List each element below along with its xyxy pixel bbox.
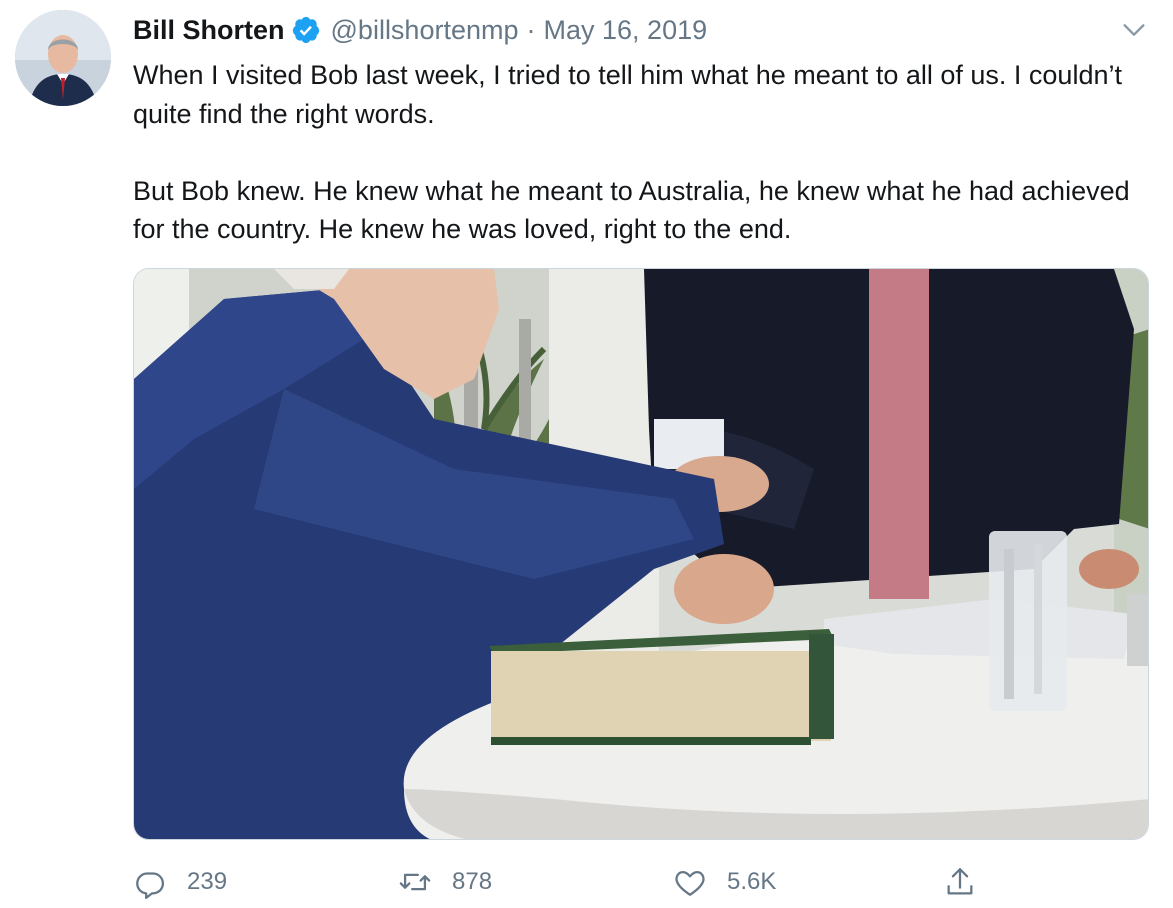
reply-button[interactable]: 239 <box>133 860 227 904</box>
tweet-actions: 239 878 5.6K <box>133 860 993 904</box>
retweet-count: 878 <box>452 868 493 895</box>
verified-badge-icon <box>291 15 321 45</box>
reply-count: 239 <box>187 868 228 895</box>
share-button[interactable] <box>943 860 977 904</box>
tweet-paragraph: When I visited Bob last week, I tried to… <box>133 60 1122 129</box>
retweet-icon <box>399 873 431 891</box>
chevron-down-icon[interactable] <box>1120 16 1148 44</box>
author-name[interactable]: Bill Shorten <box>133 15 285 46</box>
share-icon <box>947 868 973 895</box>
tweet-paragraph: But Bob knew. He knew what he meant to A… <box>133 175 1130 245</box>
header-separator: · <box>526 14 536 45</box>
author-avatar[interactable] <box>15 10 111 106</box>
tweet-body: When I visited Bob last week, I tried to… <box>133 56 1143 249</box>
tweet-header: Bill Shorten @billshortenmp · May 16, 20… <box>133 12 707 48</box>
retweet-button[interactable]: 878 <box>398 860 492 904</box>
reply-icon <box>136 872 165 899</box>
tweet-date[interactable]: May 16, 2019 <box>544 15 708 46</box>
like-count: 5.6K <box>727 868 777 895</box>
like-button[interactable]: 5.6K <box>673 860 776 904</box>
author-handle[interactable]: @billshortenmp <box>331 15 519 46</box>
tweet-photo[interactable] <box>133 268 1149 840</box>
like-icon <box>675 870 705 896</box>
